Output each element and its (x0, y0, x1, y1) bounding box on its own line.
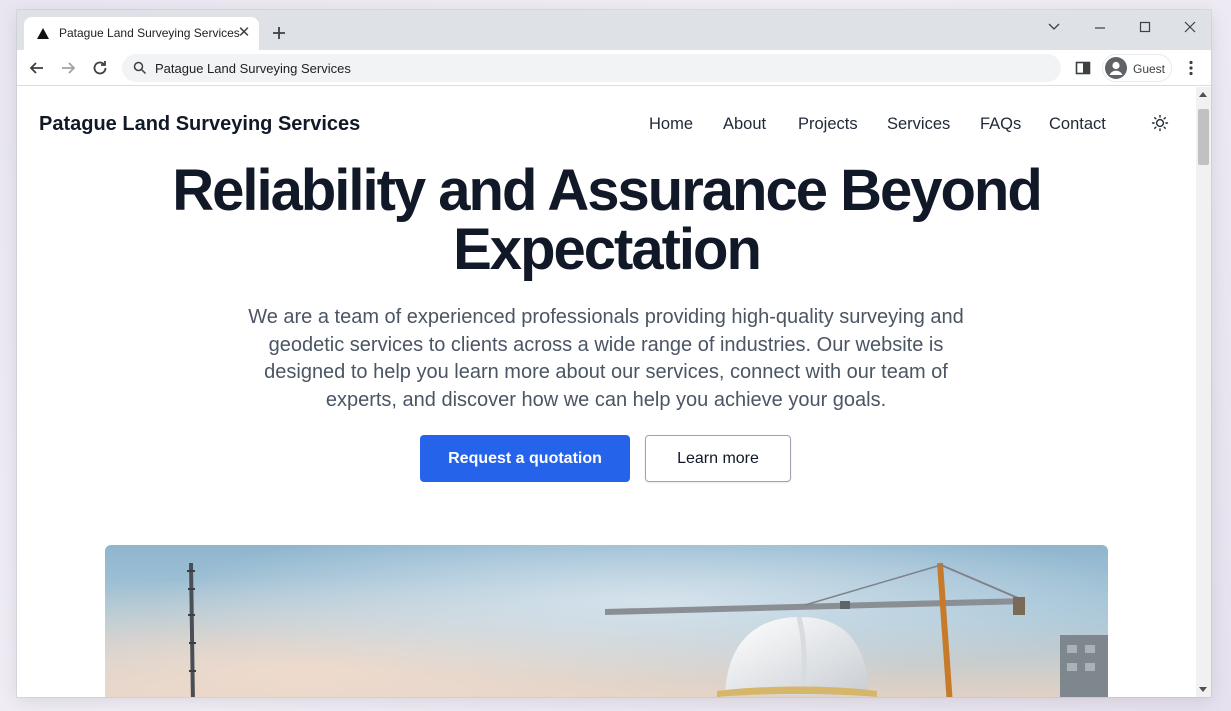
nav-projects[interactable]: Projects (798, 115, 858, 134)
hero-description: We are a team of experienced professiona… (237, 304, 975, 414)
scroll-down-arrow-icon[interactable] (1199, 687, 1207, 692)
learn-more-button[interactable]: Learn more (645, 435, 791, 482)
forward-arrow-icon[interactable] (58, 58, 78, 78)
browser-window: Patague Land Surveying Services ✕ Patagu… (17, 10, 1211, 697)
maximize-icon[interactable] (1130, 16, 1160, 38)
page-viewport: Patague Land Surveying Services Home Abo… (17, 87, 1196, 697)
request-quotation-button[interactable]: Request a quotation (420, 435, 630, 482)
profile-label: Guest (1133, 62, 1166, 76)
nav-services[interactable]: Services (887, 115, 950, 134)
more-vert-icon[interactable] (1181, 58, 1201, 78)
back-arrow-icon[interactable] (27, 58, 47, 78)
side-panel-icon[interactable] (1073, 58, 1093, 78)
hero-title-line2: Expectation (453, 217, 762, 282)
browser-toolbar: Patague Land Surveying Services Guest (17, 50, 1211, 86)
plus-icon[interactable] (269, 23, 289, 43)
profile-button[interactable]: Guest (1102, 54, 1172, 82)
nav-about[interactable]: About (723, 115, 766, 134)
window-close-icon[interactable] (1175, 16, 1205, 38)
sun-icon[interactable] (1151, 114, 1169, 132)
tab-title: Patague Land Surveying Services (59, 26, 240, 40)
tab-strip: Patague Land Surveying Services ✕ (17, 10, 1211, 50)
triangle-favicon-icon (37, 28, 49, 39)
hero-text-line2: geodetic services to clients across a wi… (268, 333, 944, 356)
scroll-thumb[interactable] (1198, 109, 1209, 165)
avatar-icon (1105, 57, 1127, 79)
browser-tab[interactable]: Patague Land Surveying Services ✕ (24, 17, 259, 50)
hero-text-line4: experts, and discover how we can help yo… (325, 388, 887, 411)
nav-contact[interactable]: Contact (1049, 115, 1106, 134)
hero-title: Reliability and Assurance Beyond Expecta… (17, 161, 1196, 279)
nav-faqs[interactable]: FAQs (980, 115, 1021, 134)
close-icon[interactable]: ✕ (236, 25, 252, 41)
hero-text-line1: We are a team of experienced professiona… (248, 306, 964, 328)
site-brand[interactable]: Patague Land Surveying Services (39, 113, 360, 136)
hero-text-line3: designed to help you learn more about ou… (264, 361, 948, 383)
minimize-icon[interactable] (1085, 16, 1115, 38)
scroll-up-arrow-icon[interactable] (1199, 92, 1207, 97)
hero-title-line1: Reliability and Assurance Beyond (172, 158, 1043, 223)
chevron-down-icon[interactable] (1039, 16, 1069, 38)
nav-home[interactable]: Home (649, 115, 693, 134)
address-text: Patague Land Surveying Services (155, 61, 351, 76)
vertical-scrollbar[interactable] (1196, 87, 1211, 697)
hero-image (105, 545, 1108, 697)
search-icon (133, 61, 147, 75)
address-bar[interactable]: Patague Land Surveying Services (122, 54, 1061, 82)
reload-icon[interactable] (90, 58, 110, 78)
